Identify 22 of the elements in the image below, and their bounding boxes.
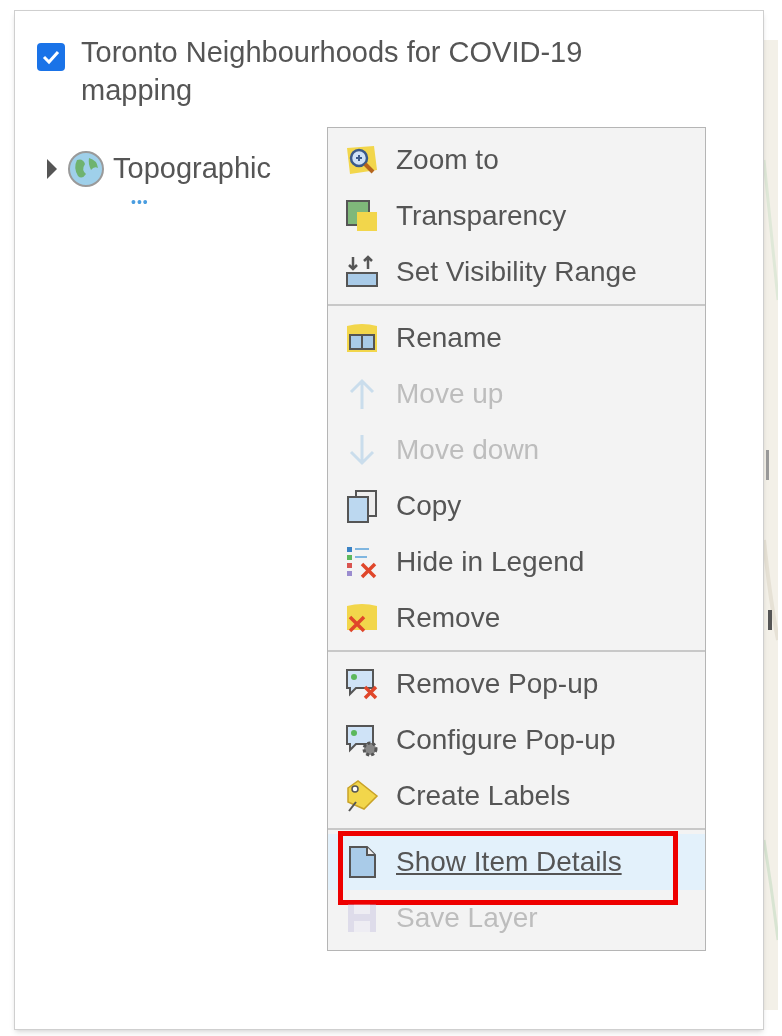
- menu-item[interactable]: Set Visibility Range: [328, 244, 705, 300]
- copy-icon: [344, 488, 380, 524]
- menu-item[interactable]: Configure Pop-up: [328, 712, 705, 768]
- menu-item[interactable]: Transparency: [328, 188, 705, 244]
- layers-icon: [344, 198, 380, 234]
- menu-item[interactable]: Remove Pop-up: [328, 656, 705, 712]
- range-icon: [344, 254, 380, 290]
- menu-item[interactable]: Rename: [328, 310, 705, 366]
- layer-checkbox[interactable]: [37, 43, 65, 71]
- basemap-label: Topographic: [113, 151, 271, 186]
- globe-icon: [67, 149, 105, 188]
- menu-item[interactable]: Show Item Details: [328, 834, 705, 890]
- menu-item[interactable]: Remove: [328, 590, 705, 646]
- menu-item[interactable]: Copy: [328, 478, 705, 534]
- menu-item[interactable]: Create Labels: [328, 768, 705, 824]
- popup-remove-icon: [344, 666, 380, 702]
- tag-icon: [344, 778, 380, 814]
- layer-title: Toronto Neighbourhoods for COVID-19 mapping: [81, 35, 584, 108]
- caret-right-icon[interactable]: [45, 157, 59, 180]
- menu-item[interactable]: Zoom to: [328, 132, 705, 188]
- popup-gear-icon: [344, 722, 380, 758]
- menu-item[interactable]: Hide in Legend: [328, 534, 705, 590]
